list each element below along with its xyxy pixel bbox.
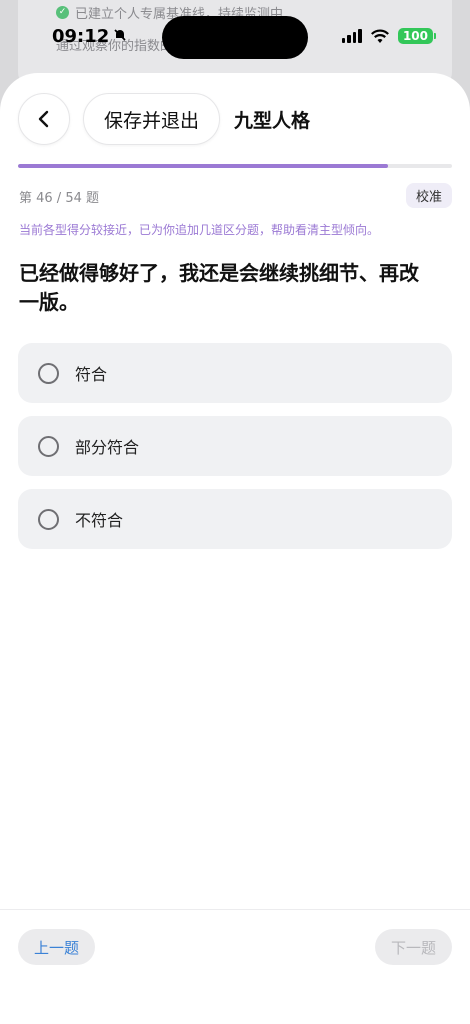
option-partially-agree[interactable]: 部分符合 xyxy=(18,416,452,476)
chevron-left-icon xyxy=(38,110,49,128)
hint-text: 当前各型得分较接近，已为你追加几道区分题，帮助看清主型倾向。 xyxy=(19,223,380,237)
quiz-sheet: 保存并退出 九型人格 第 46 / 54 题 校准 当前各型得分较接近，已为你追… xyxy=(0,73,470,1024)
status-bar-time: 09:12 xyxy=(52,26,127,47)
bell-slash-icon xyxy=(113,28,127,46)
footer-divider xyxy=(0,909,470,910)
radio-icon xyxy=(38,362,59,384)
progress-bar xyxy=(18,164,452,168)
dynamic-island xyxy=(162,16,308,59)
option-label: 符合 xyxy=(75,365,108,384)
check-icon: ✓ xyxy=(56,6,69,19)
status-bar-indicators: 100 xyxy=(341,28,437,44)
progress-bar-fill xyxy=(18,164,388,168)
answer-options: 符合 部分符合 不符合 xyxy=(18,343,452,549)
back-button[interactable] xyxy=(18,93,70,145)
option-agree[interactable]: 符合 xyxy=(18,343,452,403)
cellular-signal-icon xyxy=(341,29,362,43)
option-disagree[interactable]: 不符合 xyxy=(18,489,452,549)
calibrate-badge[interactable]: 校准 xyxy=(405,183,452,208)
question-text: 已经做得够好了，我还是会继续挑细节、再改一版。 xyxy=(19,261,419,314)
battery-indicator: 100 xyxy=(397,28,437,44)
option-label: 不符合 xyxy=(75,511,124,530)
page-title: 九型人格 xyxy=(234,109,311,132)
previous-question-button[interactable]: 上一题 xyxy=(18,929,96,965)
radio-icon xyxy=(38,435,59,457)
radio-icon xyxy=(38,508,59,530)
header: 保存并退出 九型人格 xyxy=(18,93,452,145)
option-label: 部分符合 xyxy=(75,438,140,457)
save-and-exit-button[interactable]: 保存并退出 xyxy=(83,93,221,145)
question-counter: 第 46 / 54 题 xyxy=(19,191,99,206)
wifi-icon xyxy=(370,29,389,43)
next-question-button[interactable]: 下一题 xyxy=(374,929,452,965)
clock-text: 09:12 xyxy=(52,26,110,47)
